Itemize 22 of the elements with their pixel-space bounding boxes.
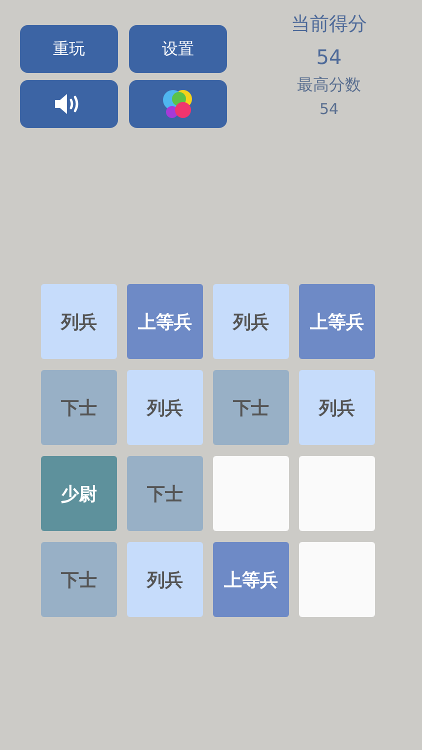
- best-score: 54: [319, 99, 339, 119]
- tile: 下士: [213, 370, 289, 445]
- best-score-label: 最高分数: [297, 75, 361, 95]
- game-center-button[interactable]: [129, 80, 227, 128]
- tile: 下士: [127, 456, 203, 531]
- tile: 列兵: [127, 542, 203, 617]
- tile: 上等兵: [127, 284, 203, 359]
- tile: 列兵: [41, 284, 117, 359]
- tile: 列兵: [127, 370, 203, 445]
- menu-button[interactable]: 重玩: [20, 25, 118, 73]
- current-score: 54: [316, 44, 342, 70]
- menu-button[interactable]: 设置: [129, 25, 227, 73]
- tile: 列兵: [299, 370, 375, 445]
- tile: 少尉: [41, 456, 117, 531]
- tile: 列兵: [213, 284, 289, 359]
- bubbles-icon: [161, 88, 195, 120]
- tile: 上等兵: [213, 542, 289, 617]
- sound-button[interactable]: [20, 80, 118, 128]
- tile: 下士: [41, 370, 117, 445]
- tile: 上等兵: [299, 284, 375, 359]
- tile: 下士: [41, 542, 117, 617]
- current-score-label: 当前得分: [291, 12, 367, 36]
